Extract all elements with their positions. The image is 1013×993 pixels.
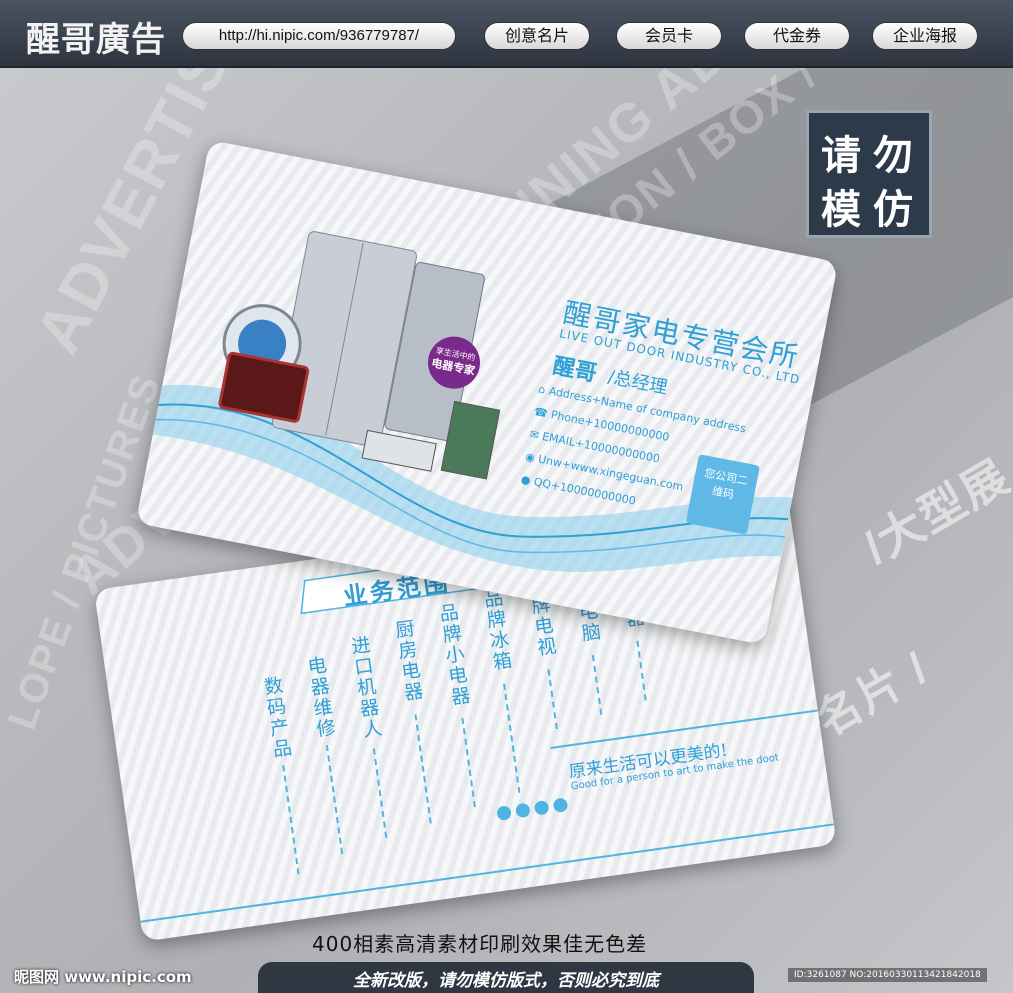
stamp-char: 请 [821,133,861,179]
nav-member-card[interactable]: 会员卡 [616,22,722,50]
do-not-copy-stamp: 请 勿 模 仿 [806,110,932,238]
top-bar: 醒哥廣告 http://hi.nipic.com/936779787/ 创意名片… [0,0,1013,68]
nav-creative-card[interactable]: 创意名片 [484,22,590,50]
stamp-char: 模 [821,187,861,233]
quality-caption: 400相素高清素材印刷效果佳无色差 [312,932,648,956]
stamp-char: 仿 [873,187,913,233]
url-link[interactable]: http://hi.nipic.com/936779787/ [182,22,456,50]
image-id: ID:3261087 NO:20160330113421842018 [788,968,987,982]
bottom-notice-bar: 全新改版，请勿模仿版式，否则必究到底 [258,962,754,993]
footer-site: 昵图网 www.nipic.com [14,968,192,986]
brand-logo: 醒哥廣告 [26,20,166,60]
stamp-char: 勿 [873,133,913,179]
nav-poster[interactable]: 企业海报 [872,22,978,50]
nav-voucher[interactable]: 代金券 [744,22,850,50]
copy-notice: 全新改版，请勿模仿版式，否则必究到底 [353,971,659,991]
qr-code-label: 您公司二维码 [703,466,749,502]
qr-code-box: 您公司二维码 [685,454,760,535]
